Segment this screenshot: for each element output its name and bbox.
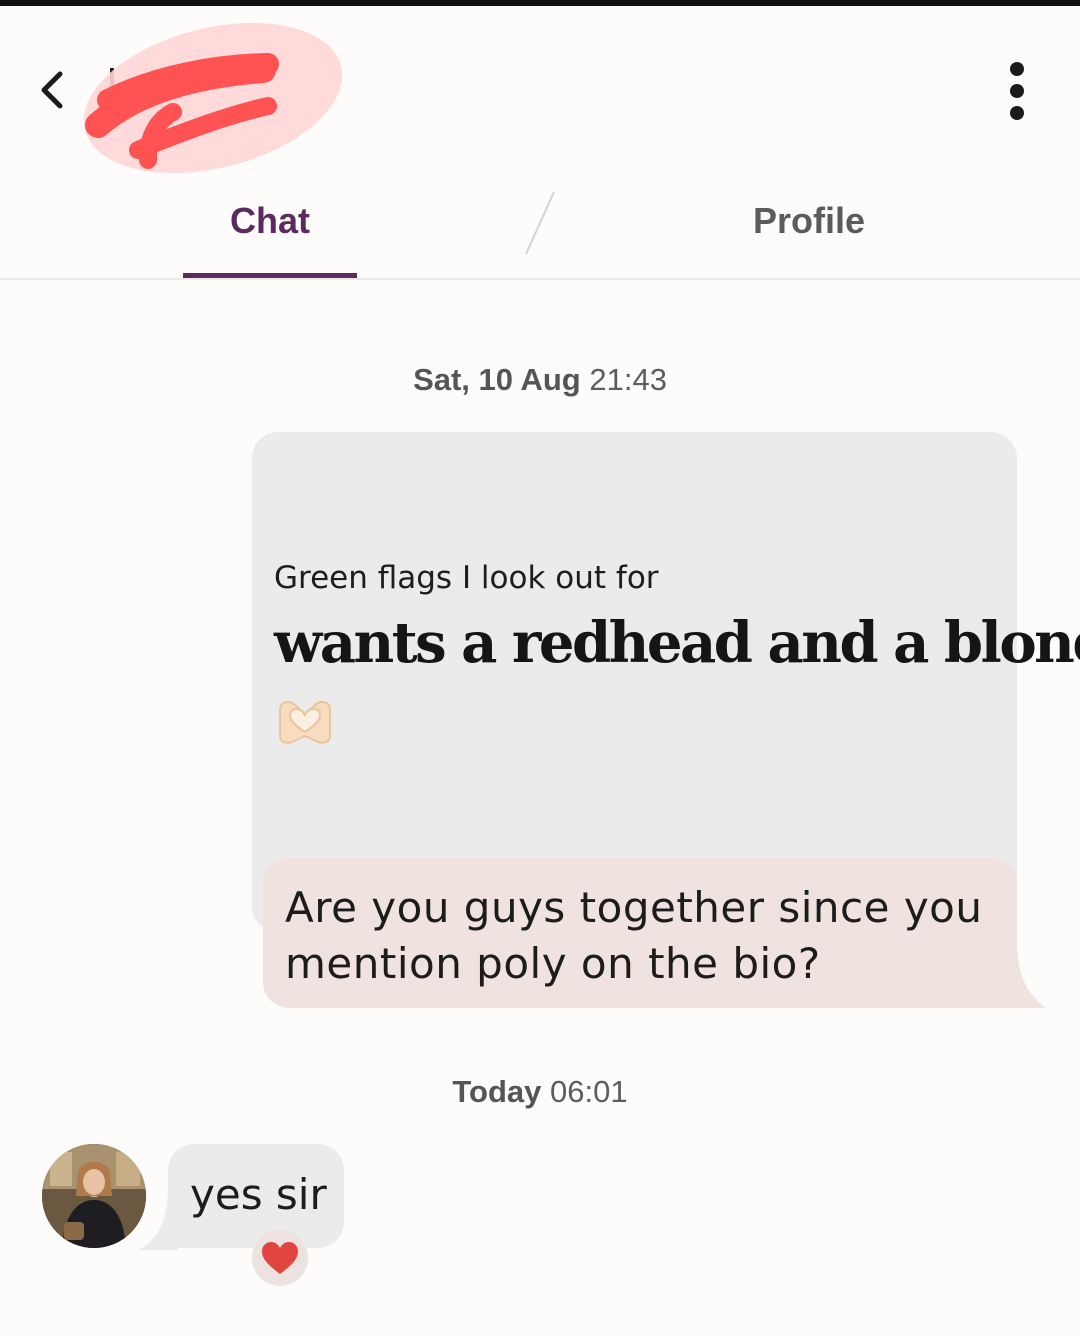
outgoing-message-bubble[interactable]: Are you guys together since you mention …: [263, 858, 1017, 1008]
heart-hands-icon: [279, 701, 331, 744]
avatar[interactable]: [42, 1144, 146, 1248]
outgoing-bubble-tail: [1000, 940, 1046, 1008]
message-timestamp: Sat, 10 Aug 21:43: [413, 362, 667, 397]
quoted-profile-prompt[interactable]: Green flags I look out for wants a redhe…: [252, 432, 1080, 932]
tab-profile[interactable]: Profile: [700, 200, 918, 242]
prompt-answer: wants a redhead and a blond: [274, 610, 1080, 676]
active-tab-indicator: [183, 273, 357, 278]
avatar-photo: [42, 1144, 146, 1248]
more-vertical-icon: [1010, 62, 1024, 76]
message-timestamp-today: Today 06:01: [452, 1074, 628, 1109]
more-options-button[interactable]: [992, 56, 1042, 126]
chat-header: [0, 6, 1080, 174]
heart-icon: [262, 1242, 298, 1274]
outgoing-message-text: Are you guys together since you mention …: [285, 883, 983, 988]
tab-bar: Chat Profile: [0, 180, 1080, 280]
incoming-message-text: yes sir: [190, 1170, 327, 1219]
back-button[interactable]: [30, 62, 80, 118]
reaction-badge[interactable]: [252, 1230, 308, 1286]
tab-chat[interactable]: Chat: [183, 200, 357, 242]
redacted-contact-name: [83, 22, 343, 174]
prompt-question: Green flags I look out for: [274, 560, 659, 596]
tab-divider: [525, 191, 555, 255]
chevron-left-icon: [41, 71, 63, 109]
